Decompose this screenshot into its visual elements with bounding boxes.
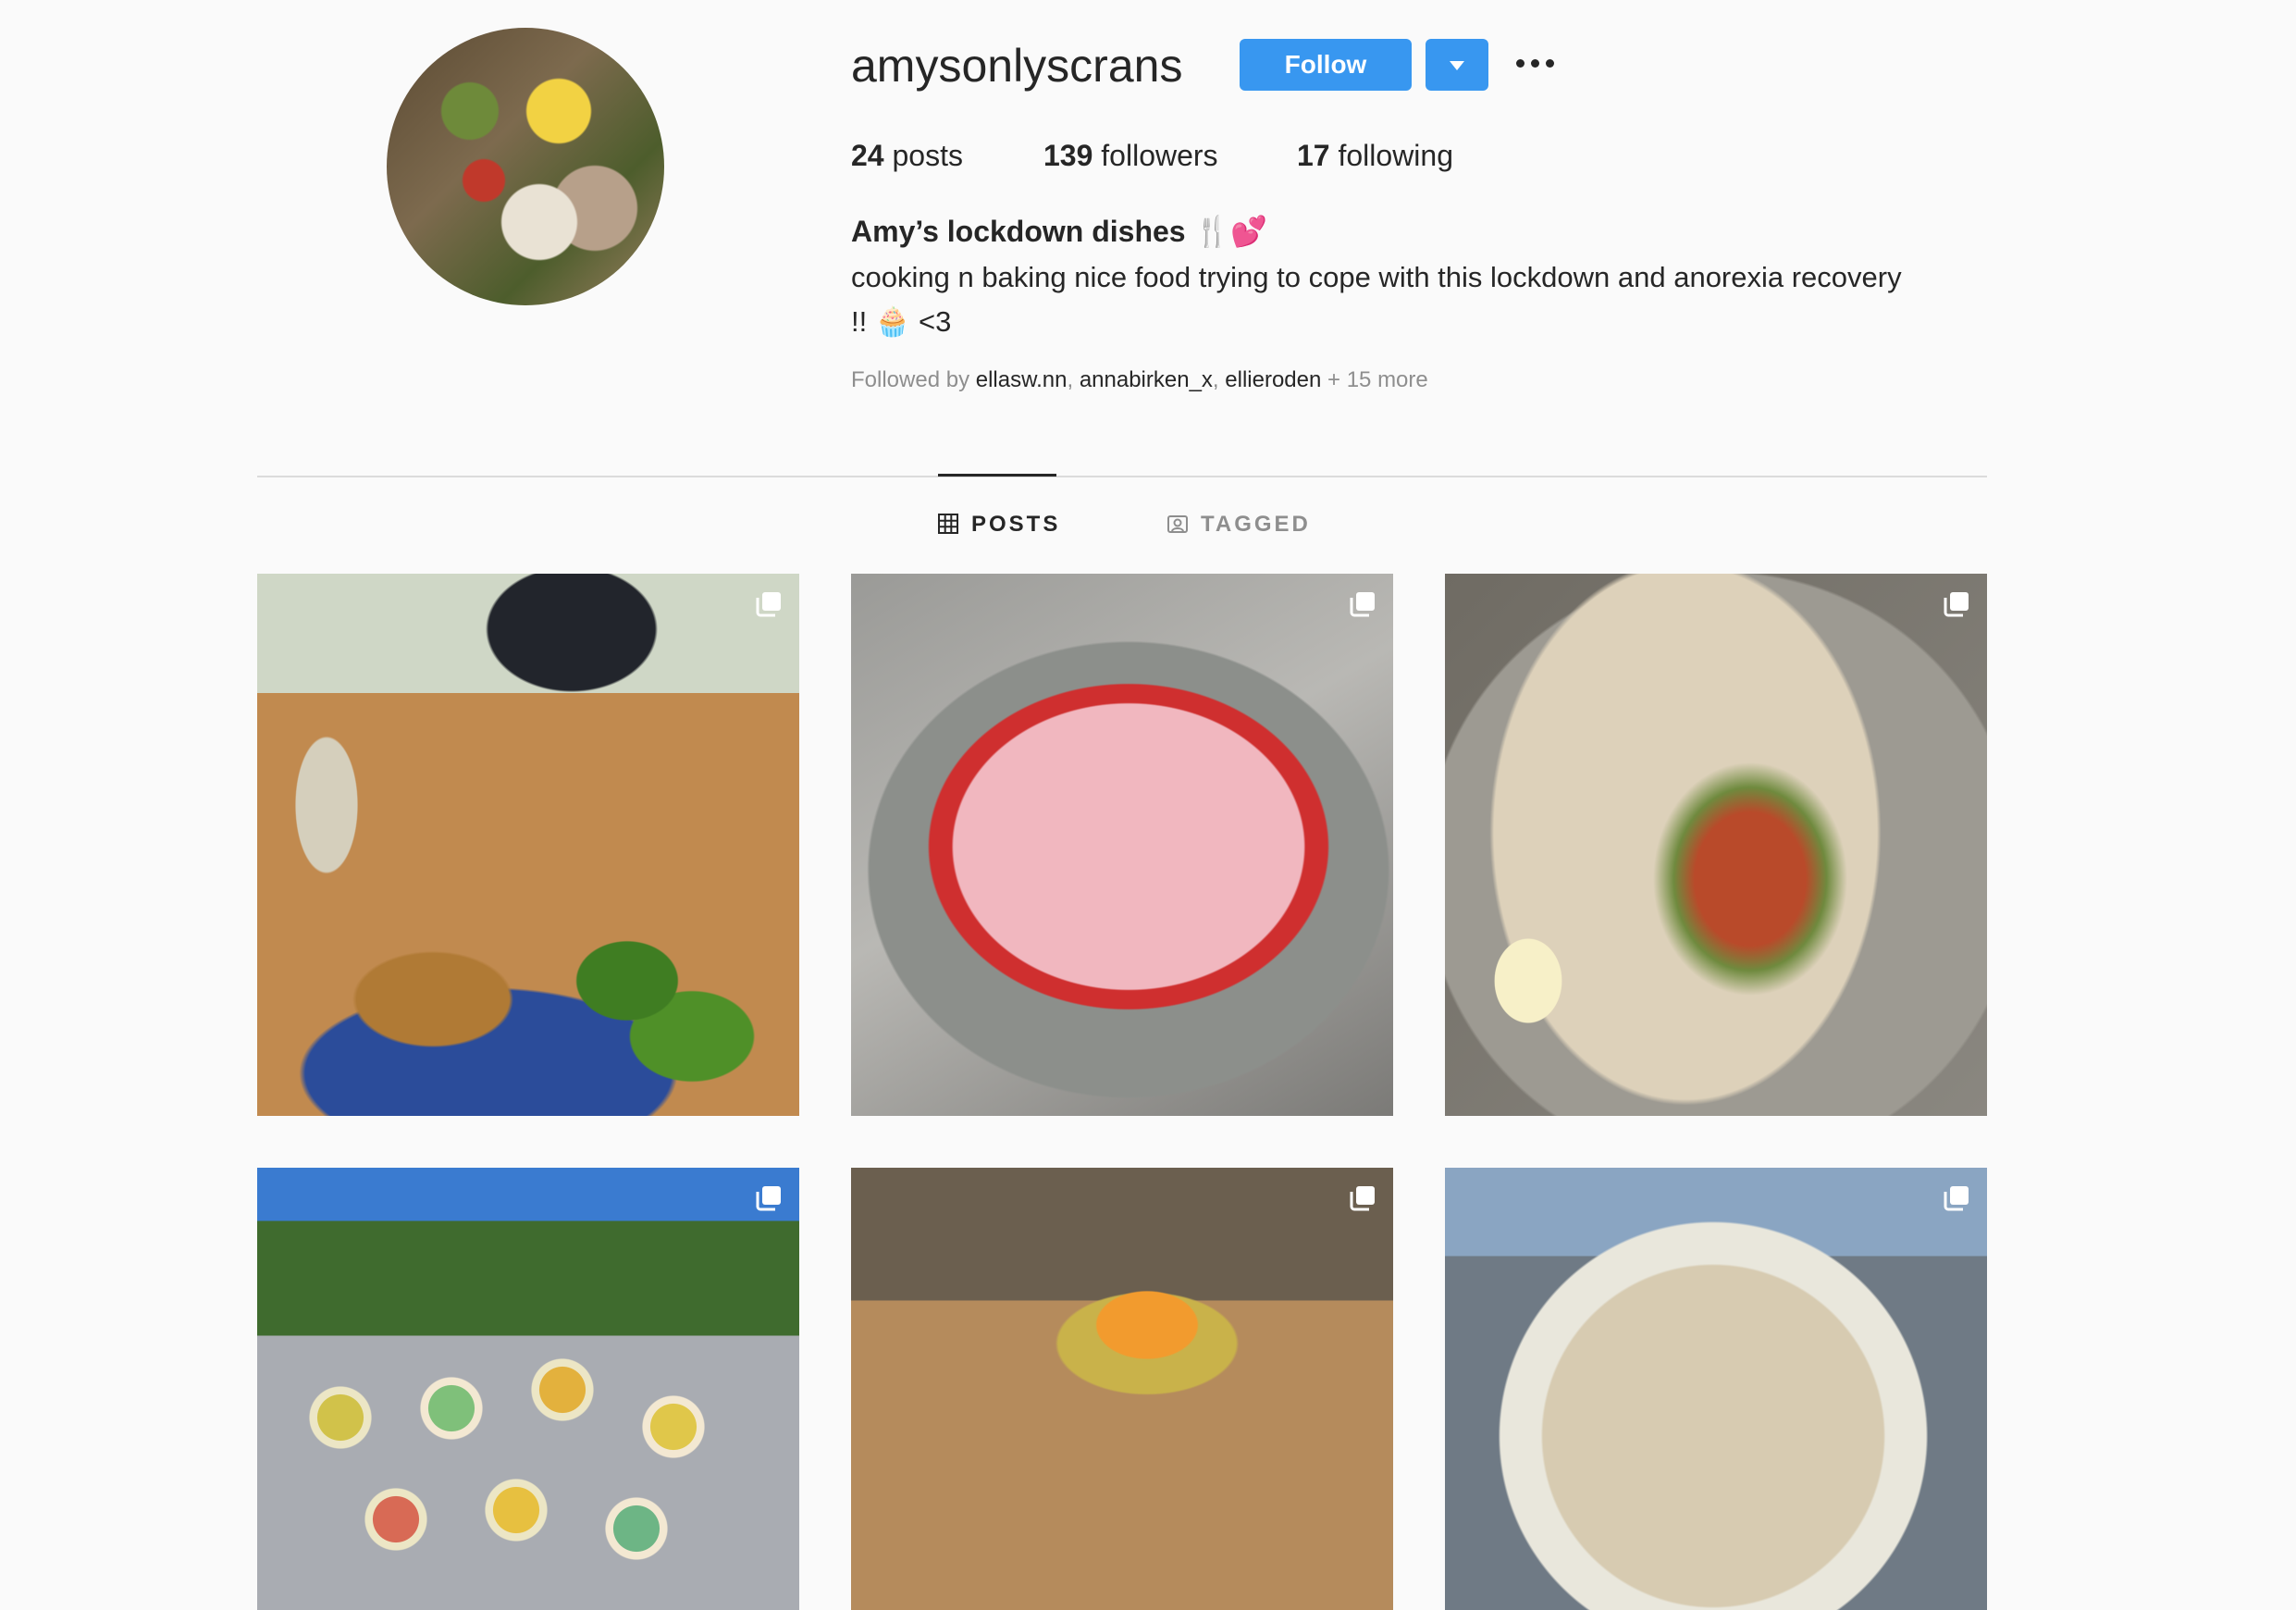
profile-username: amysonlyscrans: [851, 40, 1183, 92]
more-options-button[interactable]: [1513, 50, 1558, 78]
following-count-value: 17: [1297, 139, 1330, 172]
tabs-divider: [257, 476, 1987, 477]
post-thumbnail[interactable]: [257, 574, 799, 1116]
suggested-dropdown-button[interactable]: [1426, 39, 1488, 91]
carousel-icon: [1350, 1186, 1375, 1211]
followed-by-more[interactable]: + 15 more: [1327, 367, 1428, 392]
following-link[interactable]: 17 following: [1297, 135, 1453, 176]
posts-count-label: posts: [892, 139, 963, 172]
follower-link[interactable]: annabirken_x: [1080, 367, 1213, 392]
more-dot-icon: [1531, 59, 1539, 68]
carousel-icon: [1944, 1186, 1969, 1211]
tagged-icon: [1167, 515, 1188, 533]
followed-by: Followed by ellasw.nn, annabirken_x, ell…: [851, 367, 1428, 392]
post-thumbnail[interactable]: [257, 1168, 799, 1610]
bio-line: cooking n baking nice food trying to cop…: [851, 261, 1902, 293]
carousel-icon: [756, 1186, 781, 1211]
profile-page: amysonlyscrans Follow 24 posts 139 follo…: [0, 0, 2296, 1610]
tab-tagged-label: TAGGED: [1201, 512, 1311, 537]
profile-avatar[interactable]: [387, 28, 664, 305]
more-dot-icon: [1516, 59, 1524, 68]
bio-title: Amy’s lockdown dishes 🍴💕: [851, 215, 1268, 248]
carousel-icon: [756, 592, 781, 617]
active-tab-indicator: [938, 474, 1056, 477]
post-thumbnail[interactable]: [851, 574, 1393, 1116]
post-thumbnail[interactable]: [1445, 574, 1987, 1116]
followed-by-prefix: Followed by: [851, 367, 970, 392]
tab-tagged[interactable]: TAGGED: [1167, 511, 1311, 539]
following-label: following: [1338, 139, 1453, 172]
followers-link[interactable]: 139 followers: [1043, 135, 1218, 176]
bio-line: !! 🧁 <3: [851, 305, 952, 338]
more-dot-icon: [1546, 59, 1554, 68]
followers-count-value: 139: [1043, 139, 1093, 172]
grid-icon: [938, 514, 958, 534]
carousel-icon: [1350, 592, 1375, 617]
follow-button[interactable]: Follow: [1240, 39, 1412, 91]
tab-posts[interactable]: POSTS: [938, 511, 1060, 539]
post-thumbnail[interactable]: [851, 1168, 1393, 1610]
bio-text: cooking n baking nice food trying to cop…: [851, 255, 1998, 344]
posts-count: 24 posts: [851, 135, 963, 176]
followers-label: followers: [1101, 139, 1218, 172]
tab-posts-label: POSTS: [971, 512, 1061, 537]
posts-count-value: 24: [851, 139, 884, 172]
follower-link[interactable]: ellieroden: [1225, 367, 1321, 392]
follower-link[interactable]: ellasw.nn: [976, 367, 1068, 392]
carousel-icon: [1944, 592, 1969, 617]
chevron-down-icon: [1450, 61, 1464, 70]
post-thumbnail[interactable]: [1445, 1168, 1987, 1610]
